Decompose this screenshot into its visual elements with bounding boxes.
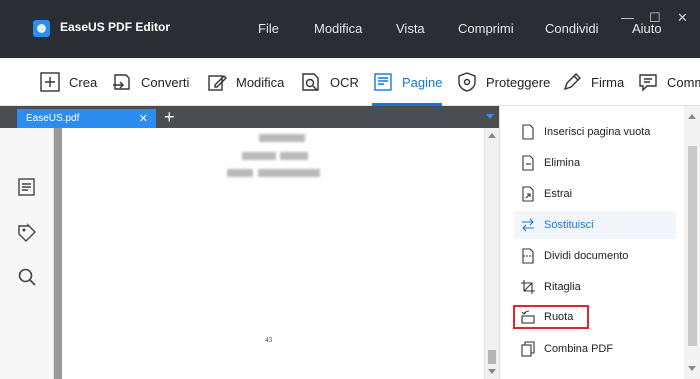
scrollbar-thumb[interactable] (688, 146, 697, 346)
panel-item-label: Combina PDF (544, 343, 614, 355)
close-tab-icon[interactable]: ✕ (139, 112, 148, 125)
thumbnails-icon[interactable] (16, 176, 38, 198)
document-scrollbar[interactable] (484, 128, 499, 379)
panel-item-label: Dividi documento (544, 250, 629, 262)
crop-icon (521, 280, 535, 294)
rotate-highlight-box (513, 305, 589, 329)
menu-file[interactable]: File (258, 21, 279, 36)
scroll-down-icon[interactable] (688, 366, 696, 371)
minimize-icon[interactable]: — (621, 10, 634, 25)
delete-page-icon (522, 155, 534, 171)
add-tab-button[interactable]: + (164, 107, 175, 128)
panel-insert-blank-page[interactable]: Inserisci pagina vuota (514, 118, 676, 146)
search-icon[interactable] (16, 266, 38, 288)
panel-split-document[interactable]: Dividi documento (514, 242, 676, 270)
close-window-icon[interactable]: ✕ (677, 10, 688, 26)
shield-icon (458, 72, 476, 92)
blurred-text (259, 134, 305, 142)
scroll-down-icon[interactable] (488, 369, 496, 374)
menu-vista[interactable]: Vista (396, 21, 425, 36)
scrollbar-thumb[interactable] (488, 350, 496, 364)
tool-label: OCR (330, 74, 359, 90)
chevron-down-icon[interactable] (486, 114, 494, 119)
panel-item-label: Inserisci pagina vuota (544, 126, 651, 138)
tool-label: Crea (69, 74, 98, 90)
convert-icon (113, 74, 130, 90)
panel-item-label: Ritaglia (544, 281, 581, 293)
extract-icon (522, 186, 534, 202)
split-icon (522, 248, 534, 264)
panel-replace[interactable]: Sostituisci (514, 211, 676, 239)
blurred-text (258, 169, 320, 177)
tool-commenti[interactable]: Comm (637, 58, 700, 106)
document-tab-strip: EaseUS.pdf ✕ + (0, 106, 499, 128)
tab-label: EaseUS.pdf (26, 113, 80, 124)
maximize-icon[interactable]: ☐ (649, 10, 661, 26)
plus-box-icon (40, 72, 60, 92)
tool-proteggere[interactable]: Proteggere (456, 58, 550, 106)
menu-condividi[interactable]: Condividi (545, 21, 598, 36)
tool-label: Comm (667, 74, 700, 90)
combine-icon (521, 341, 535, 357)
pdf-page: 43 (62, 128, 484, 379)
panel-scrollbar[interactable] (684, 106, 700, 379)
blurred-text (280, 152, 308, 160)
tab-easeus-pdf[interactable]: EaseUS.pdf ✕ (17, 109, 156, 128)
panel-item-label: Elimina (544, 157, 581, 169)
tool-label: Pagine (402, 74, 443, 90)
tool-pagine[interactable]: Pagine (372, 58, 443, 106)
page-number: 43 (265, 336, 272, 344)
left-sidebar (0, 128, 54, 379)
title-bar: EaseUS PDF Editor File Modifica Vista Co… (0, 0, 700, 58)
document-viewer[interactable]: 43 (54, 128, 499, 379)
app-logo-icon (33, 20, 50, 37)
tool-ocr[interactable]: OCR (300, 58, 359, 106)
app-title: EaseUS PDF Editor (60, 20, 171, 34)
tool-label: Modifica (236, 74, 285, 90)
menu-comprimi[interactable]: Comprimi (458, 21, 514, 36)
insert-page-icon (522, 124, 534, 140)
panel-extract[interactable]: Estrai (514, 180, 676, 208)
panel-item-label: Sostituisci (544, 219, 594, 231)
tool-label: Converti (141, 74, 190, 90)
replace-icon (522, 218, 534, 232)
panel-item-label: Estrai (544, 188, 573, 200)
bookmark-tag-icon[interactable] (16, 222, 38, 244)
tool-firma[interactable]: Firma (561, 58, 624, 106)
tool-converti[interactable]: Converti (111, 58, 189, 106)
pages-icon (374, 73, 392, 91)
main-toolbar: Crea Converti Modifica OCR Pagine Proteg… (0, 58, 700, 106)
menu-modifica[interactable]: Modifica (314, 21, 362, 36)
blurred-text (227, 169, 253, 177)
ocr-icon (302, 73, 319, 91)
tool-label: Firma (591, 74, 625, 90)
edit-icon (208, 75, 227, 91)
panel-combine-pdf[interactable]: Combina PDF (514, 335, 676, 363)
pen-icon (563, 73, 581, 91)
blurred-text (242, 152, 276, 160)
comment-icon (639, 74, 657, 92)
scroll-up-icon[interactable] (688, 114, 696, 119)
scroll-up-icon[interactable] (488, 133, 496, 138)
panel-crop[interactable]: Ritaglia (514, 273, 676, 301)
tool-modifica[interactable]: Modifica (206, 58, 284, 106)
tool-crea[interactable]: Crea (39, 58, 97, 106)
tool-label: Proteggere (486, 74, 551, 90)
panel-delete[interactable]: Elimina (514, 149, 676, 177)
pages-panel: Inserisci pagina vuota Elimina Estrai So… (499, 106, 700, 379)
